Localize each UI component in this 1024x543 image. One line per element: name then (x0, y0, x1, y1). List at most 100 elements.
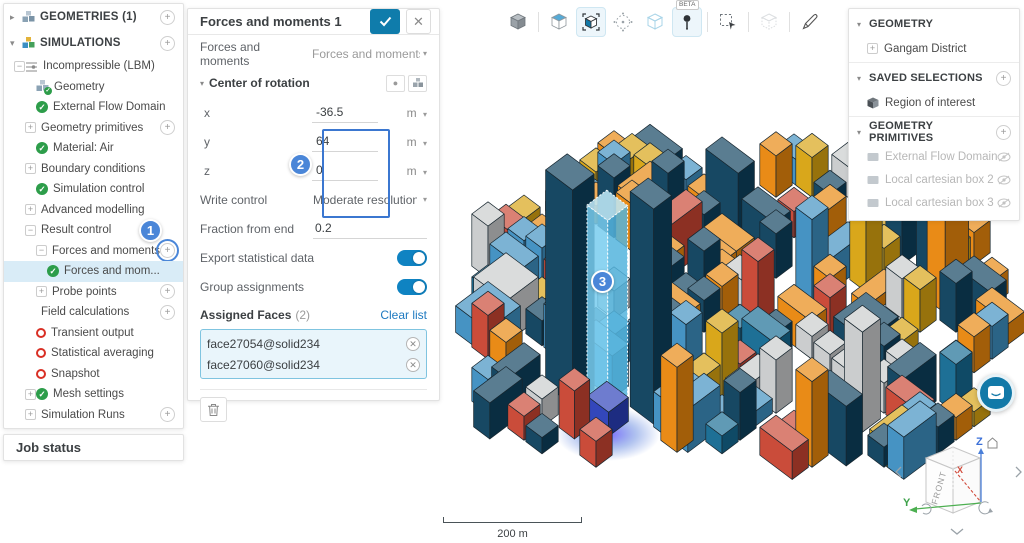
expand-icon[interactable]: + (25, 204, 36, 215)
rotate-down-chevron[interactable] (951, 529, 963, 534)
chevron-down-icon[interactable]: ▾ (10, 38, 22, 49)
tree-item-material-air[interactable]: ✓Material: Air (4, 138, 183, 159)
select-volume-button[interactable] (576, 7, 606, 37)
tree-item-simulation-control[interactable]: ✓Simulation control (4, 179, 183, 200)
close-panel-button[interactable]: ✕ (406, 9, 431, 34)
scene-item-external-flow-domain[interactable]: External Flow Domain (849, 145, 1019, 168)
probe-pin-button[interactable]: BETA (672, 7, 702, 37)
collapse-icon[interactable]: − (36, 245, 47, 256)
chevron-down-icon[interactable]: ▾ (857, 74, 869, 83)
add-button[interactable]: + (996, 71, 1011, 86)
add-child-button[interactable]: + (160, 407, 175, 422)
remove-face-button[interactable]: ✕ (406, 337, 420, 351)
pick-geometry-button[interactable] (408, 75, 427, 92)
rotate-cw-icon[interactable] (979, 502, 990, 514)
support-chat-button[interactable] (977, 374, 1015, 412)
pick-point-button[interactable]: ● (386, 75, 405, 92)
rotate-right-chevron[interactable] (1016, 467, 1021, 477)
chevron-down-icon[interactable]: ▾ (857, 128, 869, 137)
fraction-input[interactable]: 0.2 (313, 219, 427, 239)
visibility-icon[interactable] (997, 175, 1011, 185)
box-primitive-icon (867, 198, 879, 208)
visibility-icon[interactable] (997, 198, 1011, 208)
group-toggle[interactable] (397, 279, 427, 295)
tree-item-field-calculations[interactable]: Field calculations+ (4, 302, 183, 323)
delete-button[interactable] (200, 397, 227, 422)
rotate-ccw-icon[interactable] (922, 504, 931, 514)
add-child-button[interactable]: + (160, 120, 175, 135)
add-button[interactable]: + (996, 125, 1011, 140)
expand-icon[interactable]: + (25, 389, 36, 400)
move-entity-dots-button[interactable] (608, 7, 638, 37)
tree-item-probe-points[interactable]: +Probe points+ (4, 282, 183, 303)
add-geometry-button[interactable]: + (160, 10, 175, 25)
coord-row-z: z 0 m ▾ (200, 156, 427, 185)
tree-item-geometry-primitives[interactable]: +Geometry primitives+ (4, 118, 183, 139)
write-control-dropdown[interactable]: Moderate resolution ▾ (313, 193, 427, 207)
add-child-button[interactable]: + (160, 243, 175, 258)
expand-icon[interactable]: + (867, 43, 878, 54)
assigned-faces-list[interactable]: face27054@solid234✕face27060@solid234✕ (200, 329, 427, 379)
tree-item-label: Transient output (51, 327, 175, 339)
apply-button[interactable] (370, 9, 400, 34)
clear-list-link[interactable]: Clear list (380, 308, 427, 322)
tree-item-statistical-averaging[interactable]: Statistical averaging (4, 343, 183, 364)
z-unit-dropdown[interactable]: m ▾ (407, 164, 427, 178)
scene-item-gangam-district[interactable]: +Gangam District (849, 37, 1019, 60)
assigned-face-row[interactable]: face27060@solid234✕ (207, 354, 420, 375)
expand-icon[interactable]: + (25, 163, 36, 174)
visibility-icon[interactable] (997, 152, 1011, 162)
tree-item-simulation-runs[interactable]: +Simulation Runs+ (4, 405, 183, 426)
tree-item-forces-and-moments[interactable]: −Forces and moments+ (4, 241, 183, 262)
simulations-section-header[interactable]: ▾ SIMULATIONS + (4, 30, 183, 56)
add-simulation-button[interactable]: + (160, 36, 175, 51)
tree-item-boundary-conditions[interactable]: +Boundary conditions (4, 159, 183, 180)
expand-icon[interactable]: + (36, 286, 47, 297)
tree-item-snapshot[interactable]: Snapshot (4, 364, 183, 385)
scene-section-saved-selections: ▾SAVED SELECTIONS+Region of interest (849, 62, 1019, 116)
assigned-face-row[interactable]: face27054@solid234✕ (207, 333, 420, 354)
y-unit-dropdown[interactable]: m ▾ (407, 135, 427, 149)
add-child-button[interactable]: + (160, 305, 175, 320)
expand-icon[interactable]: + (25, 409, 36, 420)
section-header[interactable]: ▾SAVED SELECTIONS+ (849, 65, 1019, 91)
box-select-button[interactable] (713, 7, 743, 37)
collapse-icon[interactable]: − (14, 61, 25, 72)
add-child-button[interactable]: + (160, 284, 175, 299)
navigation-cube[interactable]: FRONT Z Y X (893, 423, 1024, 543)
scene-item-region-of-interest[interactable]: Region of interest (849, 91, 1019, 114)
tree-item-mesh-settings[interactable]: +✓Mesh settings (4, 384, 183, 405)
chevron-right-icon[interactable]: ▸ (10, 12, 22, 23)
x-unit-dropdown[interactable]: m ▾ (407, 106, 427, 120)
scene-item-local-cartesian-box-3[interactable]: Local cartesian box 3 (849, 191, 1019, 214)
section-header[interactable]: ▾GEOMETRY PRIMITIVES+ (849, 119, 1019, 145)
expand-icon[interactable]: + (25, 122, 36, 133)
tree-item-geometry[interactable]: ✓Geometry (4, 77, 183, 98)
export-toggle[interactable] (397, 250, 427, 266)
remove-face-button[interactable]: ✕ (406, 358, 420, 372)
viewport-toolbar: BETA (502, 7, 826, 37)
section-header[interactable]: ▾GEOMETRY (849, 11, 1019, 37)
x-input[interactable]: -36.5 (312, 103, 378, 123)
tree-item-forces-and-mom[interactable]: ✓Forces and mom... (4, 261, 183, 282)
rotate-left-chevron[interactable] (896, 467, 901, 477)
tree-item-advanced-modelling[interactable]: +Advanced modelling (4, 200, 183, 221)
cube-top-face-button[interactable] (544, 7, 574, 37)
scene-item-local-cartesian-box-2[interactable]: Local cartesian box 2 (849, 168, 1019, 191)
center-of-rotation-section[interactable]: ▾ Center of rotation ● (200, 68, 427, 98)
tree-item-transient-output[interactable]: Transient output (4, 323, 183, 344)
home-view-icon[interactable] (988, 438, 997, 448)
job-status-bar[interactable]: Job status (3, 434, 184, 461)
measure-pen-button[interactable] (795, 7, 825, 37)
tree-item-external-flow-domain[interactable]: ✓External Flow Domain (4, 97, 183, 118)
hidden-cube-button[interactable] (754, 7, 784, 37)
y-input[interactable]: 64 (312, 132, 378, 152)
tree-item-incompressible-lbm[interactable]: −Incompressible (LBM) (4, 56, 183, 77)
view-cube-solid-button[interactable] (503, 7, 533, 37)
type-dropdown[interactable]: Forces and moments ▾ (312, 47, 427, 61)
chevron-down-icon[interactable]: ▾ (857, 20, 869, 29)
transparent-cube-button[interactable] (640, 7, 670, 37)
collapse-icon[interactable]: − (25, 225, 36, 236)
z-input[interactable]: 0 (312, 161, 378, 181)
geometries-section-header[interactable]: ▸ GEOMETRIES (1) + (4, 4, 183, 30)
